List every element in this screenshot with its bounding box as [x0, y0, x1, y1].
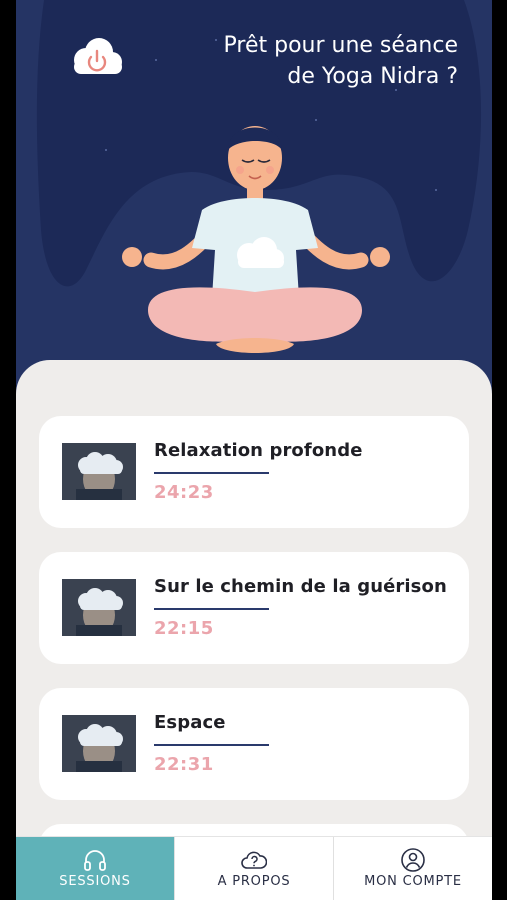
question-cloud-icon	[241, 851, 267, 869]
title-divider	[154, 744, 269, 746]
greeting-line-1: Prêt pour une séance	[223, 33, 458, 58]
greeting-heading: Prêt pour une séance de Yoga Nidra ?	[158, 30, 458, 92]
session-thumbnail	[62, 443, 136, 500]
tab-a-propos[interactable]: A PROPOS	[174, 837, 333, 900]
session-duration: 22:31	[154, 754, 214, 775]
tab-label: MON COMPTE	[364, 874, 462, 889]
tab-mon-compte[interactable]: MON COMPTE	[333, 837, 492, 900]
bottom-tab-bar: SESSIONS A PROPOS MON COMPTE	[16, 836, 492, 900]
title-divider	[154, 472, 269, 474]
tab-label: SESSIONS	[59, 874, 131, 889]
tab-sessions[interactable]: SESSIONS	[16, 837, 174, 900]
session-thumbnail	[62, 579, 136, 636]
session-duration: 22:15	[154, 618, 214, 639]
headphones-icon	[84, 850, 106, 871]
hero-banner: Prêt pour une séance de Yoga Nidra ?	[16, 0, 492, 400]
power-icon	[74, 38, 122, 74]
tab-label: A PROPOS	[217, 874, 291, 889]
sessions-panel: Relaxation profonde 24:23 Sur le chemin …	[16, 360, 492, 900]
session-title: Sur le chemin de la guérison	[154, 576, 447, 597]
session-title: Relaxation profonde	[154, 440, 363, 461]
session-thumbnail	[62, 715, 136, 772]
user-icon	[401, 848, 425, 872]
session-card[interactable]: Sur le chemin de la guérison 22:15	[39, 552, 469, 664]
session-card[interactable]: Relaxation profonde 24:23	[39, 416, 469, 528]
power-cloud-button[interactable]	[68, 36, 124, 80]
session-duration: 24:23	[154, 482, 214, 503]
session-title: Espace	[154, 712, 226, 733]
greeting-line-2: de Yoga Nidra ?	[287, 64, 458, 89]
session-card[interactable]: Espace 22:31	[39, 688, 469, 800]
title-divider	[154, 608, 269, 610]
app-screen: Prêt pour une séance de Yoga Nidra ? Rel…	[16, 0, 492, 900]
